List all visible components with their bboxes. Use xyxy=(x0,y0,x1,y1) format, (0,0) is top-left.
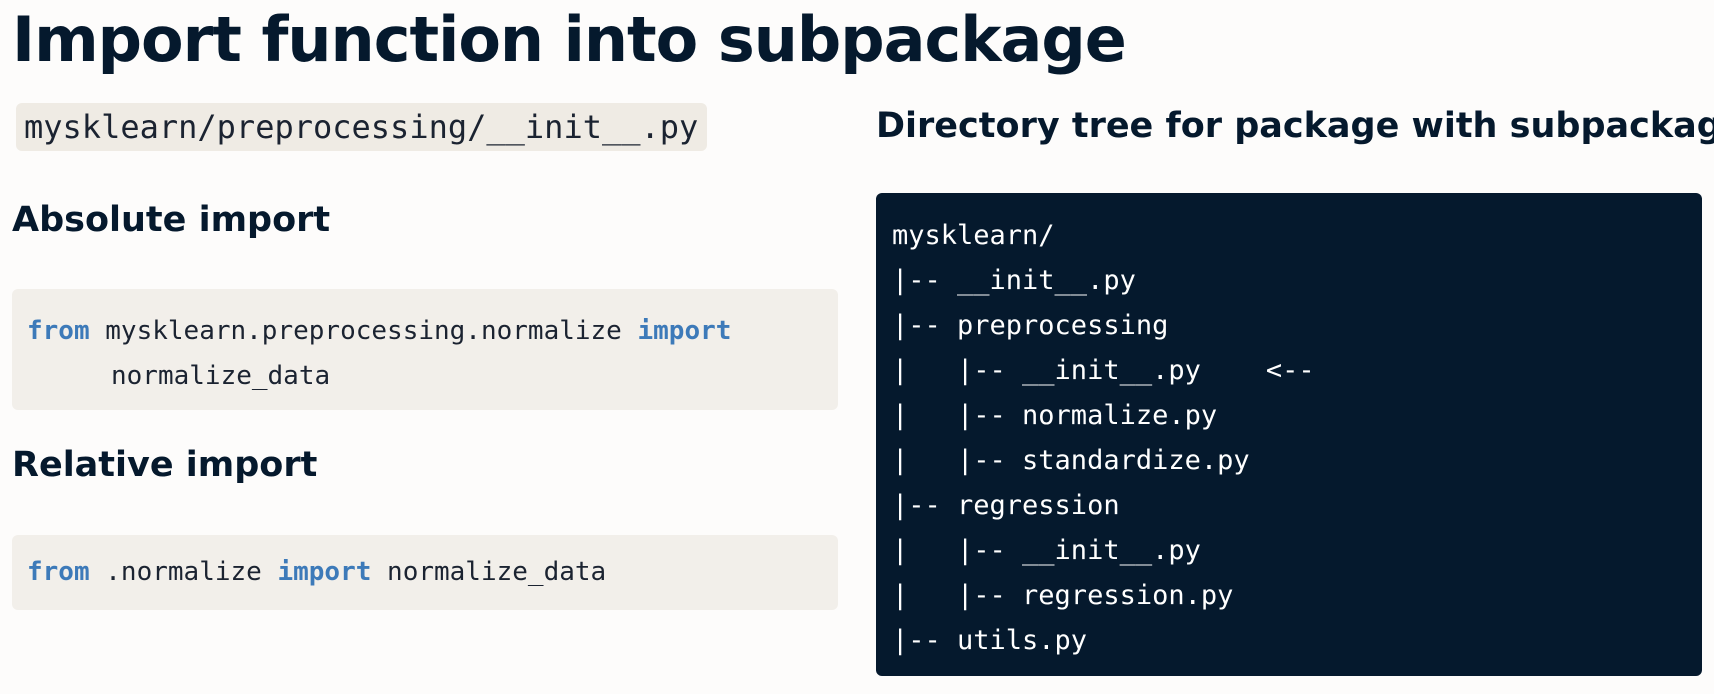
tree-line: |-- regression xyxy=(892,490,1120,521)
file-path-chip: mysklearn/preprocessing/__init__.py xyxy=(16,103,708,151)
imported-name: normalize_data xyxy=(371,557,607,587)
relative-import-code: from .normalize import normalize_data xyxy=(12,535,838,610)
tree-line: | |-- regression.py xyxy=(892,580,1234,611)
keyword-from: from xyxy=(27,557,90,587)
tree-line: |-- __init__.py xyxy=(892,265,1136,296)
tree-line: mysklearn/ xyxy=(892,220,1055,251)
keyword-from: from xyxy=(27,316,90,346)
module-path: mysklearn.preprocessing.normalize xyxy=(89,316,638,346)
slide-title: Import function into subpackage xyxy=(12,3,1127,76)
keyword-import: import xyxy=(637,316,732,346)
imported-name: normalize_data xyxy=(111,361,331,391)
directory-tree-heading: Directory tree for package with subpacka… xyxy=(876,106,1714,146)
tree-line: | |-- standardize.py xyxy=(892,445,1250,476)
directory-tree-panel: mysklearn/ |-- __init__.py |-- preproces… xyxy=(876,193,1702,676)
tree-line-highlighted: | |-- __init__.py <-- xyxy=(892,355,1315,386)
relative-import-label: Relative import xyxy=(12,445,318,485)
absolute-import-code: from mysklearn.preprocessing.normalize i… xyxy=(12,289,838,410)
tree-line: | |-- __init__.py xyxy=(892,535,1201,566)
tree-line: | |-- normalize.py xyxy=(892,400,1218,431)
absolute-import-label: Absolute import xyxy=(12,200,331,240)
module-path: .normalize xyxy=(89,557,278,587)
tree-line: |-- preprocessing xyxy=(892,310,1169,341)
tree-line: |-- utils.py xyxy=(892,625,1088,656)
keyword-import: import xyxy=(277,557,372,587)
